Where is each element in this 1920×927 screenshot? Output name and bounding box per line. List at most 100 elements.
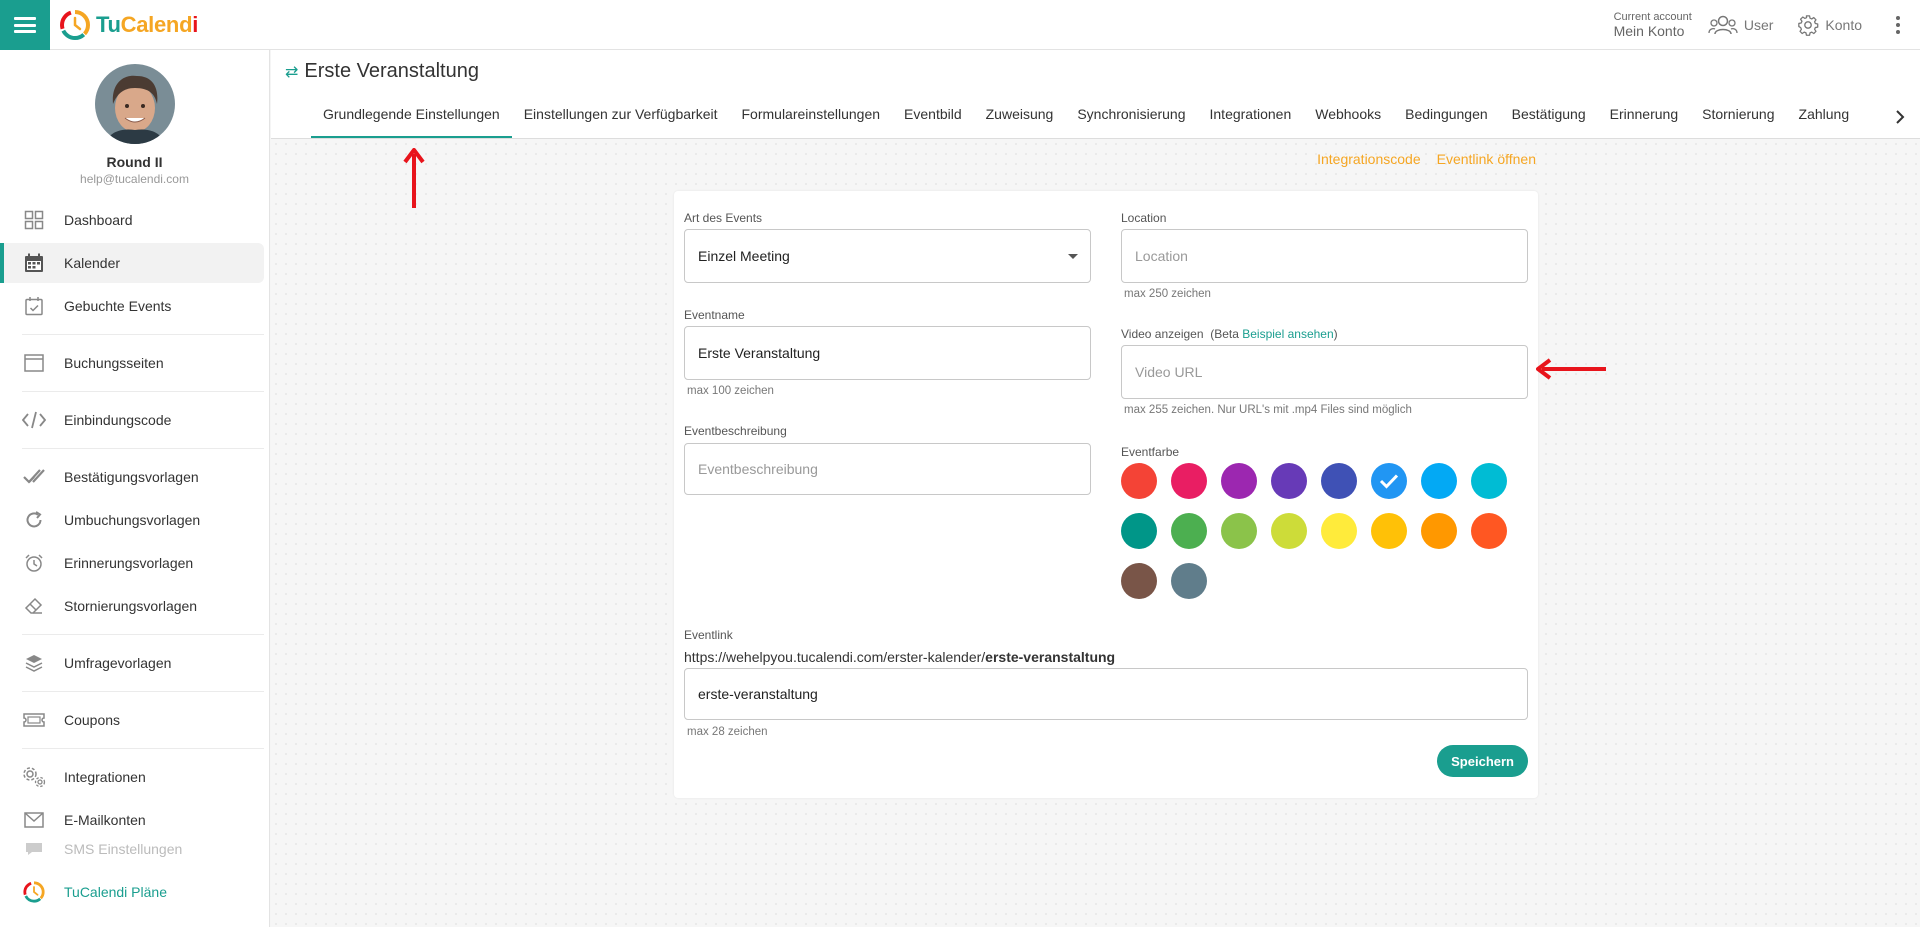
- eventname-input[interactable]: [698, 345, 1090, 361]
- settings-tabs: Grundlegende Einstellungen Einstellungen…: [311, 88, 1867, 138]
- current-account-value: Mein Konto: [1613, 23, 1685, 39]
- color-swatch[interactable]: [1121, 563, 1157, 599]
- event-type-select[interactable]: Einzel Meeting: [684, 229, 1091, 283]
- app-logo[interactable]: TuCalendi: [58, 8, 198, 42]
- color-swatch[interactable]: [1321, 463, 1357, 499]
- sidebar-item-dashboard[interactable]: Dashboard: [0, 200, 270, 240]
- profile-email: help@tucalendi.com: [80, 172, 189, 186]
- color-swatch[interactable]: [1121, 463, 1157, 499]
- basic-settings-form: Art des Events Einzel Meeting Location m…: [674, 191, 1538, 798]
- open-eventlink-link[interactable]: Eventlink öffnen: [1437, 151, 1536, 167]
- color-swatch[interactable]: [1471, 513, 1507, 549]
- color-swatch[interactable]: [1171, 513, 1207, 549]
- color-swatch[interactable]: [1321, 513, 1357, 549]
- color-swatch[interactable]: [1421, 513, 1457, 549]
- users-icon: [1708, 15, 1738, 35]
- color-swatch[interactable]: [1271, 513, 1307, 549]
- sidebar-item-gebuchte-events[interactable]: Gebuchte Events: [0, 286, 270, 326]
- tab-formulareinstellungen[interactable]: Formulareinstellungen: [730, 88, 893, 138]
- color-swatch[interactable]: [1271, 463, 1307, 499]
- sidebar-item-einbindungscode[interactable]: Einbindungscode: [0, 400, 270, 440]
- code-icon: [22, 408, 46, 432]
- sidebar-item-bestaetigungsvorlagen[interactable]: Bestätigungsvorlagen: [0, 457, 270, 497]
- tab-zahlung[interactable]: Zahlung: [1787, 88, 1862, 138]
- integration-code-link[interactable]: Integrationscode: [1317, 151, 1421, 167]
- menu-icon: [14, 17, 36, 33]
- alarm-clock-icon: [22, 551, 46, 575]
- location-field[interactable]: [1121, 229, 1528, 283]
- tab-integrationen[interactable]: Integrationen: [1198, 88, 1304, 138]
- swap-arrows-icon[interactable]: ⇄: [285, 62, 298, 82]
- video-url-field[interactable]: [1121, 345, 1528, 399]
- color-swatch[interactable]: [1171, 563, 1207, 599]
- eventlink-preview: https://wehelpyou.tucalendi.com/erster-k…: [684, 649, 1116, 665]
- color-swatch[interactable]: [1221, 463, 1257, 499]
- tucalendi-logo-icon: [22, 880, 46, 904]
- tab-erinnerung[interactable]: Erinnerung: [1598, 88, 1691, 138]
- eventlink-label: Eventlink: [684, 628, 733, 642]
- color-swatch[interactable]: [1471, 463, 1507, 499]
- tab-eventbild[interactable]: Eventbild: [892, 88, 974, 138]
- tab-einstellungen-verfuegbarkeit[interactable]: Einstellungen zur Verfügbarkeit: [512, 88, 730, 138]
- refresh-icon: [22, 508, 46, 532]
- tab-synchronisierung[interactable]: Synchronisierung: [1065, 88, 1197, 138]
- eventname-hint: max 100 zeichen: [687, 385, 774, 397]
- color-swatch[interactable]: [1371, 463, 1407, 499]
- chevron-right-icon: [1896, 110, 1905, 124]
- tab-grundlegende-einstellungen[interactable]: Grundlegende Einstellungen: [311, 88, 512, 138]
- sidebar-divider: [22, 334, 264, 335]
- sidebar-item-sms-einstellungen[interactable]: SMS Einstellungen: [0, 834, 270, 864]
- color-swatch[interactable]: [1221, 513, 1257, 549]
- gear-icon: [1798, 15, 1819, 36]
- sidebar-item-integrationen[interactable]: Integrationen: [0, 757, 270, 797]
- location-hint: max 250 zeichen: [1124, 288, 1211, 300]
- video-hint: max 255 zeichen. Nur URL's mit .mp4 File…: [1124, 404, 1412, 416]
- more-options-icon[interactable]: [1886, 0, 1910, 50]
- hamburger-menu-button[interactable]: [0, 0, 50, 50]
- tab-webhooks[interactable]: Webhooks: [1303, 88, 1393, 138]
- double-check-icon: [22, 465, 46, 489]
- description-field[interactable]: [684, 443, 1091, 495]
- tab-bedingungen[interactable]: Bedingungen: [1393, 88, 1500, 138]
- tab-truncated[interactable]: Üb: [1861, 88, 1867, 138]
- chevron-down-icon: [1068, 254, 1078, 259]
- video-url-input[interactable]: [1135, 364, 1527, 380]
- sidebar-item-erinnerungsvorlagen[interactable]: Erinnerungsvorlagen: [0, 543, 270, 583]
- dashboard-icon: [22, 208, 46, 232]
- description-input[interactable]: [698, 461, 1090, 477]
- color-swatch[interactable]: [1421, 463, 1457, 499]
- user-menu-button[interactable]: User: [1708, 14, 1773, 36]
- sidebar-item-umfragevorlagen[interactable]: Umfragevorlagen: [0, 643, 270, 683]
- sidebar-item-buchungsseiten[interactable]: Buchungsseiten: [0, 343, 270, 383]
- tab-bestaetigung[interactable]: Bestätigung: [1500, 88, 1598, 138]
- logo-text: TuCalendi: [96, 12, 199, 37]
- top-bar: TuCalendi Current account Mein Konto Use…: [0, 0, 1920, 50]
- eventlink-hint: max 28 zeichen: [687, 726, 768, 738]
- location-input[interactable]: [1135, 248, 1527, 264]
- location-label: Location: [1121, 211, 1167, 225]
- calendar-icon: [22, 251, 46, 275]
- sidebar-divider: [22, 691, 264, 692]
- sidebar-item-coupons[interactable]: Coupons: [0, 700, 270, 740]
- sidebar-item-umbuchungsvorlagen[interactable]: Umbuchungsvorlagen: [0, 500, 270, 540]
- eventname-label: Eventname: [684, 308, 745, 322]
- example-video-link[interactable]: Beispiel ansehen: [1242, 327, 1333, 341]
- avatar[interactable]: [94, 64, 175, 144]
- sidebar-item-tucalendi-plaene[interactable]: TuCalendi Pläne: [0, 872, 270, 912]
- color-swatch[interactable]: [1171, 463, 1207, 499]
- eventlink-input[interactable]: [698, 686, 1527, 702]
- eraser-icon: [22, 594, 46, 618]
- tab-zuweisung[interactable]: Zuweisung: [974, 88, 1066, 138]
- sidebar-item-kalender[interactable]: Kalender: [0, 243, 264, 283]
- eventlink-field[interactable]: [684, 668, 1528, 720]
- tabs-scroll-right-button[interactable]: [1890, 100, 1910, 134]
- save-button[interactable]: Speichern: [1437, 745, 1528, 777]
- color-swatch[interactable]: [1371, 513, 1407, 549]
- color-swatch[interactable]: [1121, 513, 1157, 549]
- tab-stornierung[interactable]: Stornierung: [1690, 88, 1786, 138]
- event-type-label: Art des Events: [684, 211, 763, 225]
- eventname-field[interactable]: [684, 326, 1091, 380]
- konto-settings-button[interactable]: Konto: [1797, 14, 1862, 36]
- current-account[interactable]: Current account Mein Konto: [1613, 12, 1692, 39]
- sidebar-item-stornierungsvorlagen[interactable]: Stornierungsvorlagen: [0, 586, 270, 626]
